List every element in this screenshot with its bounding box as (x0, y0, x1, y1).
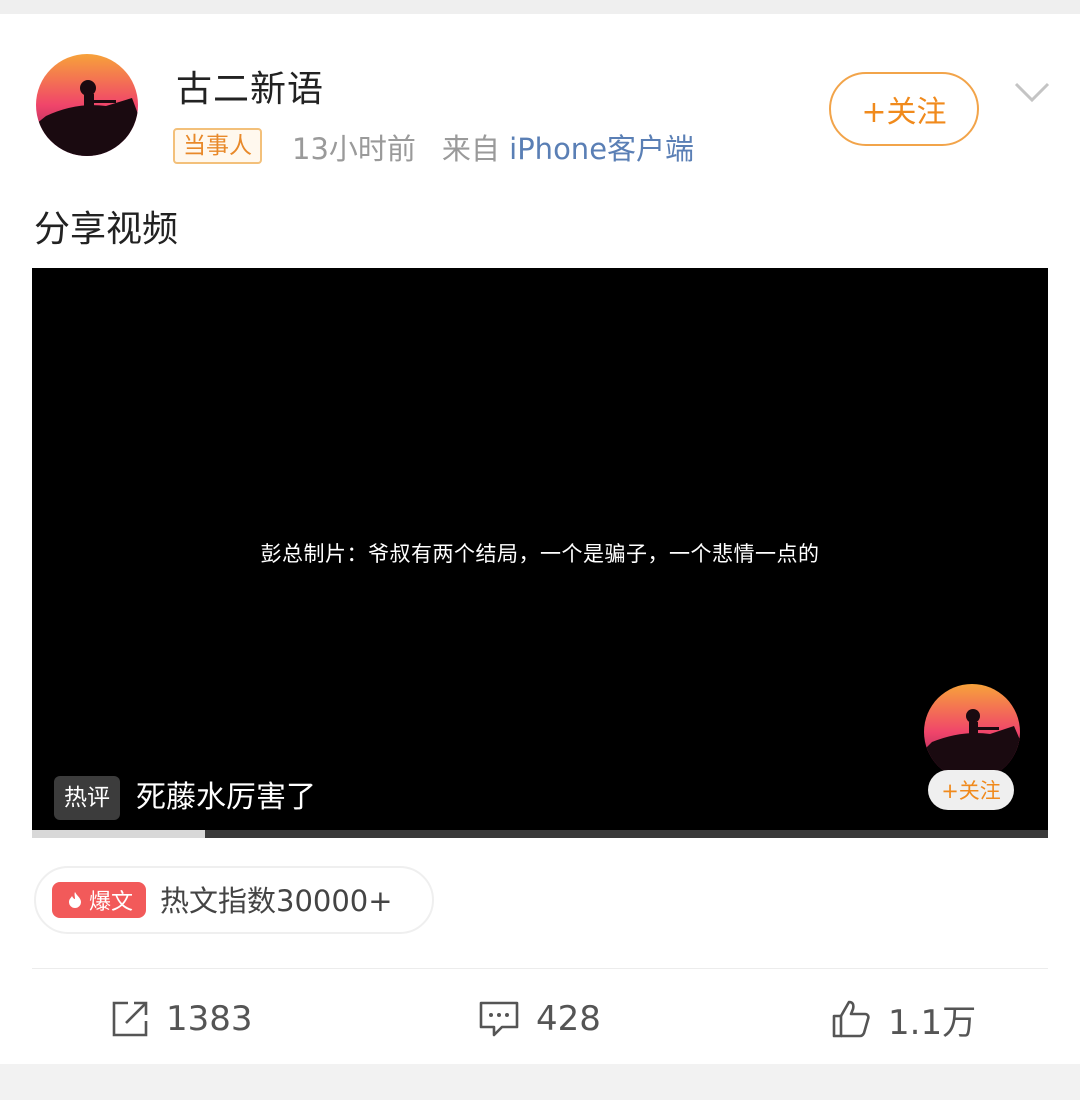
video-author-avatar[interactable] (924, 684, 1020, 780)
share-action[interactable]: 1383 (110, 994, 253, 1044)
post-text: 分享视频 (34, 209, 179, 250)
follow-button[interactable]: +关注 (829, 72, 979, 146)
video-progress-fill (32, 830, 205, 838)
video-progress-bar[interactable] (32, 830, 1048, 838)
bottom-strip (0, 1064, 1080, 1100)
video-player[interactable]: 彭总制片：爷叔有两个结局，一个是骗子，一个悲情一点的 +关注 热评 死藤水厉害了 (32, 268, 1048, 838)
flame-icon (68, 892, 81, 908)
hot-article-tag: 爆文 (52, 882, 146, 918)
hot-comment-text[interactable]: 死藤水厉害了 (136, 776, 316, 820)
share-icon (112, 1001, 148, 1037)
post-meta: 13小时前 来自 iPhone客户端 (292, 126, 694, 168)
post-time: 13小时前 (292, 132, 416, 166)
chevron-down-icon[interactable] (1010, 70, 1054, 114)
weibo-post-card: 古二新语 当事人 13小时前 来自 iPhone客户端 +关注 分享视频 彭总制片… (0, 14, 1080, 1064)
username[interactable]: 古二新语 (176, 60, 324, 112)
like-action[interactable]: 1.1万 (830, 994, 976, 1044)
hot-index-text: 热文指数30000+ (160, 884, 393, 918)
hot-index-pill[interactable]: 爆文 热文指数30000+ (34, 866, 434, 934)
video-follow-button[interactable]: +关注 (928, 770, 1014, 810)
hot-article-label: 爆文 (88, 890, 133, 915)
hot-comment-tag: 热评 (54, 776, 120, 820)
video-subtitle: 彭总制片：爷叔有两个结局，一个是骗子，一个悲情一点的 (260, 542, 820, 566)
party-badge: 当事人 (173, 128, 262, 164)
user-avatar[interactable] (36, 54, 138, 156)
comment-count: 428 (536, 999, 601, 1039)
like-count: 1.1万 (888, 1002, 977, 1043)
comment-icon (479, 1001, 519, 1037)
post-device: iPhone客户端 (509, 132, 695, 166)
divider (32, 968, 1048, 969)
like-icon (832, 1000, 870, 1038)
post-source: 来自 (441, 132, 500, 166)
comment-action[interactable]: 428 (478, 994, 601, 1044)
share-count: 1383 (166, 999, 253, 1039)
